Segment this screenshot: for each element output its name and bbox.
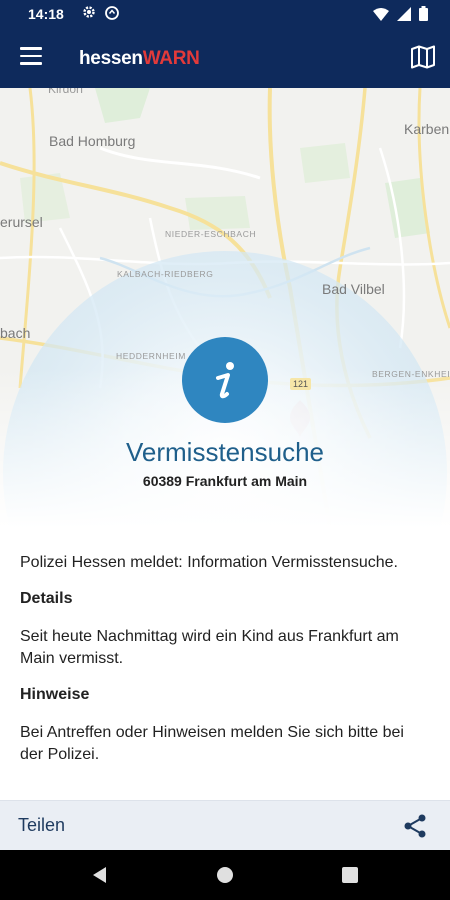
battery-icon — [419, 6, 428, 21]
map-label-bad-homburg: Bad Homburg — [49, 133, 136, 149]
share-icon[interactable] — [402, 813, 428, 839]
share-bar[interactable]: Teilen — [0, 800, 450, 851]
recents-icon[interactable] — [338, 863, 362, 887]
signal-icon — [397, 6, 411, 21]
home-icon[interactable] — [213, 863, 237, 887]
map-label-bad-vilbel: Bad Vilbel — [322, 281, 385, 297]
system-nav-bar — [0, 850, 450, 900]
alert-intro: Polizei Hessen meldet: Information Vermi… — [20, 554, 398, 571]
map-label-erursel: erursel — [0, 214, 43, 230]
map-label-karben: Karben — [404, 121, 450, 137]
map-label-kirdorf: Kirdorf — [48, 88, 84, 96]
alert-content: Polizei Hessen meldet: Information Vermi… — [20, 552, 430, 766]
details-heading: Details — [20, 590, 73, 607]
data-saver-icon — [105, 6, 119, 20]
status-bar: 14:18 — [0, 0, 450, 28]
app-logo: hessenWARN — [79, 48, 200, 70]
hints-text: Bei Antreffen oder Hinweisen melden Sie … — [20, 724, 404, 763]
share-label[interactable]: Teilen — [18, 815, 65, 836]
map-label-nieder-eschbach: NIEDER-ESCHBACH — [165, 229, 257, 239]
map-label-road-121: 121 — [290, 378, 312, 390]
alert-location: 60389 Frankfurt am Main — [142, 473, 308, 489]
map-label-bergen-enkheim: BERGEN-ENKHEIM — [372, 369, 450, 379]
hints-heading: Hinweise — [20, 686, 90, 703]
back-icon[interactable] — [88, 863, 112, 887]
status-time: 14:18 — [28, 6, 64, 22]
wifi-icon — [373, 7, 389, 21]
settings-gear-icon — [83, 6, 95, 18]
details-text: Seit heute Nachmittag wird ein Kind aus … — [20, 628, 399, 667]
map-icon[interactable] — [410, 45, 436, 69]
logo-text-hessen: hessen — [79, 48, 143, 69]
app-bar: hessenWARN — [0, 28, 450, 88]
map-label-kalbach-riedberg: KALBACH-RIEDBERG — [117, 269, 214, 279]
info-icon — [182, 337, 268, 423]
logo-text-warn: WARN — [142, 48, 200, 69]
map-label-heddernheim: HEDDERNHEIM — [116, 351, 186, 361]
map-label-bach: bach — [0, 325, 31, 341]
alert-title: Vermisstensuche — [126, 437, 324, 467]
menu-button[interactable] — [20, 47, 42, 65]
